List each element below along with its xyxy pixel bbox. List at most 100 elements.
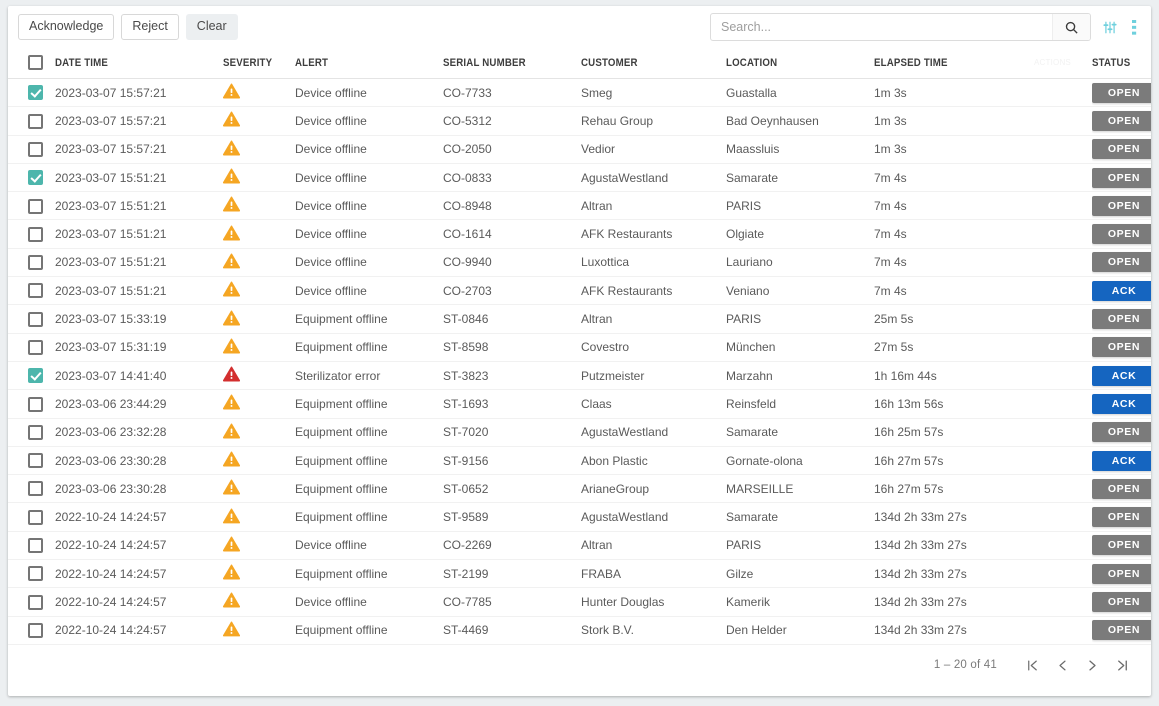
- reject-button[interactable]: Reject: [121, 14, 179, 40]
- table-row[interactable]: 2023-03-07 15:51:21 Device offline CO-1614…: [8, 219, 1151, 249]
- row-checkbox[interactable]: [28, 113, 43, 129]
- row-checkbox[interactable]: [28, 85, 43, 101]
- row-checkbox[interactable]: [28, 566, 43, 582]
- status-badge[interactable]: OPEN: [1092, 535, 1151, 556]
- select-all-checkbox[interactable]: [28, 55, 43, 70]
- status-badge[interactable]: OPEN: [1092, 195, 1151, 216]
- row-checkbox[interactable]: [28, 424, 43, 440]
- row-checkbox[interactable]: [28, 141, 43, 157]
- row-checkbox[interactable]: [28, 170, 43, 186]
- row-select-cell[interactable]: [8, 135, 55, 164]
- status-badge[interactable]: OPEN: [1092, 309, 1151, 330]
- table-row[interactable]: 2023-03-06 23:30:28 Equipment offline ST-0…: [8, 474, 1151, 504]
- status-badge[interactable]: OPEN: [1092, 167, 1151, 188]
- table-row[interactable]: 2023-03-06 23:30:28 Equipment offline ST-9…: [8, 446, 1151, 476]
- row-select-cell[interactable]: [8, 361, 55, 391]
- table-row[interactable]: 2023-03-07 15:31:19 Equipment offline ST-8…: [8, 333, 1151, 362]
- clear-button[interactable]: Clear: [185, 14, 238, 40]
- row-select-cell[interactable]: [8, 333, 55, 362]
- status-badge[interactable]: ACK: [1092, 280, 1151, 301]
- header-serial-number[interactable]: SERIAL NUMBER: [443, 48, 565, 79]
- row-checkbox[interactable]: [28, 311, 43, 327]
- table-row[interactable]: 2022-10-24 14:24:57 Device offline CO-2269…: [8, 531, 1151, 561]
- row-select-cell[interactable]: [8, 219, 55, 249]
- row-checkbox[interactable]: [28, 481, 43, 497]
- row-checkbox[interactable]: [28, 396, 43, 412]
- table-row[interactable]: 2023-03-06 23:32:28 Equipment offline ST-7…: [8, 418, 1151, 447]
- row-checkbox[interactable]: [28, 622, 43, 638]
- row-select-cell[interactable]: [8, 446, 55, 476]
- table-row[interactable]: 2022-10-24 14:24:57 Equipment offline ST-9…: [8, 502, 1151, 532]
- row-checkbox[interactable]: [28, 255, 43, 271]
- table-row[interactable]: 2023-03-07 14:41:40 Sterilizator error ST-…: [8, 361, 1151, 391]
- search-icon[interactable]: [1052, 14, 1090, 40]
- row-checkbox[interactable]: [28, 198, 43, 214]
- row-select-cell[interactable]: [8, 474, 55, 504]
- status-badge[interactable]: ACK: [1092, 365, 1151, 386]
- status-badge[interactable]: ACK: [1092, 450, 1151, 471]
- row-select-cell[interactable]: [8, 304, 55, 334]
- status-badge[interactable]: OPEN: [1092, 110, 1151, 131]
- status-badge[interactable]: OPEN: [1092, 620, 1151, 641]
- previous-page-icon[interactable]: [1047, 650, 1077, 680]
- row-checkbox[interactable]: [28, 509, 43, 525]
- status-badge[interactable]: OPEN: [1092, 422, 1151, 443]
- row-select-cell[interactable]: [8, 78, 55, 108]
- status-badge[interactable]: OPEN: [1092, 507, 1151, 528]
- table-row[interactable]: 2022-10-24 14:24:57 Equipment offline ST-2…: [8, 559, 1151, 589]
- status-badge[interactable]: OPEN: [1092, 252, 1151, 273]
- table-row[interactable]: 2023-03-07 15:57:21 Device offline CO-2050…: [8, 135, 1151, 164]
- row-checkbox[interactable]: [28, 283, 43, 299]
- more-vertical-icon[interactable]: [1125, 13, 1143, 41]
- header-date-time[interactable]: DATE TIME: [55, 48, 203, 79]
- row-select-cell[interactable]: [8, 418, 55, 447]
- row-select-cell[interactable]: [8, 276, 55, 306]
- row-checkbox[interactable]: [28, 538, 43, 554]
- table-row[interactable]: 2023-03-07 15:33:19 Equipment offline ST-0…: [8, 304, 1151, 334]
- status-badge[interactable]: OPEN: [1092, 591, 1151, 612]
- header-severity[interactable]: SEVERITY: [223, 48, 287, 79]
- row-select-cell[interactable]: [8, 248, 55, 278]
- row-select-cell[interactable]: [8, 587, 55, 617]
- search-box[interactable]: [710, 13, 1091, 41]
- status-badge[interactable]: OPEN: [1092, 82, 1151, 103]
- table-row[interactable]: 2022-10-24 14:24:57 Equipment offline ST-4…: [8, 616, 1151, 645]
- table-row[interactable]: 2023-03-07 15:57:21 Device offline CO-5312…: [8, 106, 1151, 136]
- status-badge[interactable]: OPEN: [1092, 478, 1151, 499]
- header-location[interactable]: LOCATION: [726, 48, 857, 79]
- row-checkbox[interactable]: [28, 339, 43, 355]
- table-row[interactable]: 2023-03-07 15:51:21 Device offline CO-8948…: [8, 191, 1151, 221]
- row-select-cell[interactable]: [8, 191, 55, 221]
- status-badge[interactable]: OPEN: [1092, 139, 1151, 160]
- header-customer[interactable]: CUSTOMER: [581, 48, 709, 79]
- table-row[interactable]: 2023-03-07 15:51:21 Device offline CO-0833…: [8, 163, 1151, 193]
- status-badge[interactable]: OPEN: [1092, 563, 1151, 584]
- table-row[interactable]: 2022-10-24 14:24:57 Device offline CO-7785…: [8, 587, 1151, 617]
- last-page-icon[interactable]: [1107, 650, 1137, 680]
- sliders-filter-icon[interactable]: [1097, 13, 1123, 41]
- row-select-cell[interactable]: [8, 559, 55, 589]
- next-page-icon[interactable]: [1077, 650, 1107, 680]
- row-select-cell[interactable]: [8, 163, 55, 193]
- row-select-cell[interactable]: [8, 531, 55, 561]
- status-badge[interactable]: OPEN: [1092, 337, 1151, 358]
- row-checkbox[interactable]: [28, 368, 43, 384]
- first-page-icon[interactable]: [1017, 650, 1047, 680]
- row-select-cell[interactable]: [8, 106, 55, 136]
- row-checkbox[interactable]: [28, 453, 43, 469]
- status-badge[interactable]: OPEN: [1092, 224, 1151, 245]
- row-checkbox[interactable]: [28, 226, 43, 242]
- table-row[interactable]: 2023-03-07 15:51:21 Device offline CO-2703…: [8, 276, 1151, 306]
- row-checkbox[interactable]: [28, 594, 43, 610]
- acknowledge-button[interactable]: Acknowledge: [18, 14, 115, 40]
- row-select-cell[interactable]: [8, 616, 55, 645]
- table-row[interactable]: 2023-03-07 15:57:21 Device offline CO-7733…: [8, 78, 1151, 108]
- search-input[interactable]: [711, 14, 1052, 40]
- header-alert[interactable]: ALERT: [295, 48, 426, 79]
- header-elapsed-time[interactable]: ELAPSED TIME: [874, 48, 1015, 79]
- row-select-cell[interactable]: [8, 389, 55, 419]
- status-badge[interactable]: ACK: [1092, 393, 1151, 414]
- table-row[interactable]: 2023-03-07 15:51:21 Device offline CO-9940…: [8, 248, 1151, 278]
- header-status[interactable]: STATUS: [1092, 48, 1151, 79]
- table-row[interactable]: 2023-03-06 23:44:29 Equipment offline ST-1…: [8, 389, 1151, 419]
